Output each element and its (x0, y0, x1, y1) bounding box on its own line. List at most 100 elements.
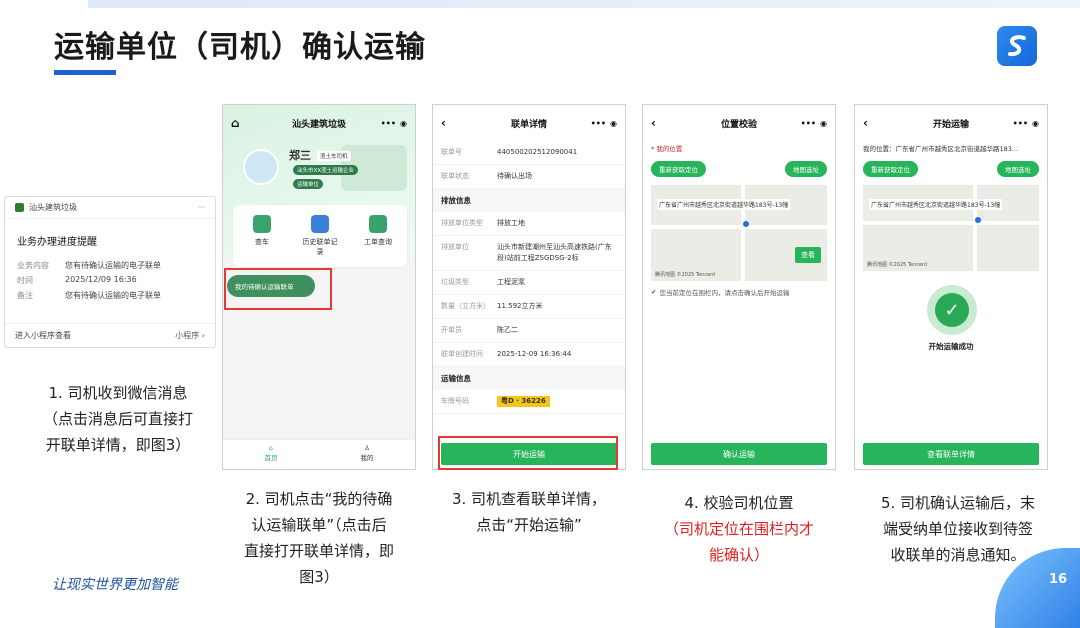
map-address-label: 广东省广州市越秀区北京街道越华路183号-13幢 (657, 199, 791, 210)
menu-item-history[interactable]: 历史联单记录 (300, 215, 340, 267)
slide-title: 运输单位（司机）确认运输 (54, 30, 426, 65)
user-role: 渣土车司机 (317, 151, 351, 161)
close-icon[interactable]: ◉ (1032, 119, 1039, 128)
caption-line: 3. 司机查看联单详情， (451, 490, 607, 508)
home-icon: ⌂ (268, 444, 274, 452)
wechat-card-footer[interactable]: 进入小程序查看 小程序 › (5, 323, 215, 347)
map-view[interactable]: 广东省广州市越秀区北京街道越华路183号-13幢 腾讯地图 ©2025 Tenc… (863, 185, 1039, 271)
detail-row: 联单创建时间 2025-12-09 16:36:44 (433, 343, 625, 367)
open-miniprogram-link[interactable]: 进入小程序查看 (15, 330, 71, 341)
row-value: 陈乙二 (497, 326, 518, 334)
row-key: 排放单位类型 (441, 219, 483, 227)
capsule-menu[interactable]: ••• ◉ (801, 119, 827, 128)
capsule-menu[interactable]: ••• ◉ (591, 119, 617, 128)
detail-row: 数量（立方米） 11.592立方米 (433, 295, 625, 319)
back-icon[interactable]: ‹ (651, 116, 656, 130)
map-watermark: 腾讯地图 ©2025 Tencent (655, 272, 716, 278)
menu-item-check-car[interactable]: 查车 (242, 215, 282, 267)
more-icon[interactable]: ••• (1013, 119, 1028, 128)
tab-label: 我的 (360, 454, 374, 462)
menu-label: 查车 (255, 238, 269, 246)
detail-row: 车牌号码 粤D · 36226 (433, 390, 625, 414)
phone-screen-location-check: ‹ 位置校验 ••• ◉ * 我的位置 重新获取定位 地图选址 广东省广州市越秀区… (642, 104, 836, 470)
caption-warning-line: 能确认） (708, 546, 769, 564)
wechat-row: 时间 2025/12/09 16:36 (5, 273, 215, 288)
capsule-menu[interactable]: ••• ◉ (1013, 119, 1039, 128)
caption-line: 直接打开联单详情，即 (243, 542, 394, 560)
row-key: 联单创建时间 (441, 350, 483, 358)
phone-screen-manifest-detail: ‹ 联单详情 ••• ◉ 联单号 440500202512090041 联单状态 待确… (432, 104, 626, 470)
detail-row: 联单号 440500202512090041 (433, 141, 625, 165)
caption-line: 端受纳单位接收到待签 (882, 520, 1033, 538)
back-icon[interactable]: ‹ (441, 116, 446, 130)
view-manifest-button[interactable]: 查看联单详情 (863, 443, 1039, 465)
more-icon[interactable]: ··· (197, 203, 205, 212)
row-value: 待确认出场 (497, 172, 532, 180)
caption-line: 1. 司机收到微信消息 (48, 384, 188, 402)
menu-item-workorder[interactable]: 工单查询 (358, 215, 398, 267)
confirm-transport-button[interactable]: 确认运输 (651, 443, 827, 465)
search-icon (369, 215, 387, 233)
more-icon[interactable]: ••• (591, 119, 606, 128)
document-icon (311, 215, 329, 233)
phone-screen-start-transport: ‹ 开始运输 ••• ◉ 我的位置：广东省广州市越秀区北京街道越华路183... … (854, 104, 1048, 470)
my-location-label: * 我的位置 (651, 145, 683, 153)
row-value: 2025/12/09 16:36 (65, 275, 137, 284)
row-value: 汕头市新建潮州至汕头高速铁路(广东段)站前工程ZSGDSG-2标 (497, 243, 612, 262)
caption-line: （点击消息后可直接打 (42, 410, 193, 428)
company-tag: 汕头市XX渣土运输企业 (293, 165, 359, 175)
more-icon[interactable]: ••• (801, 119, 816, 128)
close-icon[interactable]: ◉ (610, 119, 617, 128)
caption-line: 4. 校验司机位置 (684, 494, 794, 512)
detail-row: 联单状态 待确认出场 (433, 165, 625, 189)
home-icon[interactable]: ⌂ (231, 116, 240, 130)
row-key: 联单状态 (441, 172, 469, 180)
map-view[interactable]: 广东省广州市越秀区北京街道越华路183号-13幢 查看 腾讯地图 ©2025 T… (651, 185, 827, 281)
caption-line: 5. 司机确认运输后，末 (880, 494, 1036, 512)
section-title: 排放信息 (433, 189, 625, 212)
footer-slogan: 让现实世界更加智能 (52, 577, 178, 593)
map-select-button[interactable]: 地图选址 (785, 161, 827, 177)
title-underline (54, 70, 116, 75)
more-icon[interactable]: ••• (381, 119, 396, 128)
user-icon: ♙ (364, 444, 370, 452)
phone-header: ⌂ 汕头建筑垃圾 ••• ◉ (223, 105, 415, 141)
wechat-row: 备注 您有待确认运输的电子联单 (5, 288, 215, 303)
highlight-box (438, 436, 618, 470)
caption-step-3: 3. 司机查看联单详情， 点击“开始运输” (432, 486, 626, 538)
caption-warning-line: （司机定位在围栏内才 (663, 520, 814, 538)
map-select-button[interactable]: 地图选址 (997, 161, 1039, 177)
success-message: 开始运输成功 (928, 342, 974, 351)
caption-line: 点击“开始运输” (476, 516, 582, 534)
relocate-button[interactable]: 重新获取定位 (863, 161, 918, 177)
view-button[interactable]: 查看 (795, 247, 821, 263)
back-icon[interactable]: ‹ (863, 116, 868, 130)
map-road (651, 225, 827, 229)
caption-line: 图3） (299, 568, 339, 586)
caption-line: 2. 司机点击“我的待确 (245, 490, 393, 508)
success-icon: ✓ (927, 285, 977, 335)
fence-tip: ✔ 您当前定位在围栏内，请点击确认后开始运输 (651, 287, 827, 297)
tab-home[interactable]: ⌂ 首页 (223, 440, 319, 469)
row-value: 440500202512090041 (497, 148, 578, 156)
row-key: 排放单位 (441, 243, 469, 251)
section-title: 运输信息 (433, 367, 625, 390)
miniprogram-tag: 小程序 › (175, 331, 205, 340)
row-value: 排放工地 (497, 219, 525, 227)
capsule-menu[interactable]: ••• ◉ (381, 119, 407, 128)
phone-header: ‹ 联单详情 ••• ◉ (433, 105, 625, 141)
caption-step-4: 4. 校验司机位置 （司机定位在围栏内才 能确认） (642, 490, 836, 568)
wechat-message-card[interactable]: 汕头建筑垃圾 ··· 业务办理进度提醒 业务内容 您有待确认运输的电子联单 时间 2… (4, 196, 216, 348)
row-key: 时间 (17, 276, 33, 285)
phone-header: ‹ 位置校验 ••• ◉ (643, 105, 835, 141)
row-key: 车牌号码 (441, 397, 469, 405)
close-icon[interactable]: ◉ (400, 119, 407, 128)
tab-mine[interactable]: ♙ 我的 (319, 440, 415, 469)
close-icon[interactable]: ◉ (820, 119, 827, 128)
highlight-box (224, 268, 332, 310)
wechat-app-name: 汕头建筑垃圾 (29, 203, 77, 212)
caption-step-1: 1. 司机收到微信消息 （点击消息后可直接打 开联单详情，即图3） (28, 380, 208, 458)
row-value: 2025-12-09 16:36:44 (497, 350, 572, 358)
relocate-button[interactable]: 重新获取定位 (651, 161, 706, 177)
row-value: 11.592立方米 (497, 302, 543, 310)
